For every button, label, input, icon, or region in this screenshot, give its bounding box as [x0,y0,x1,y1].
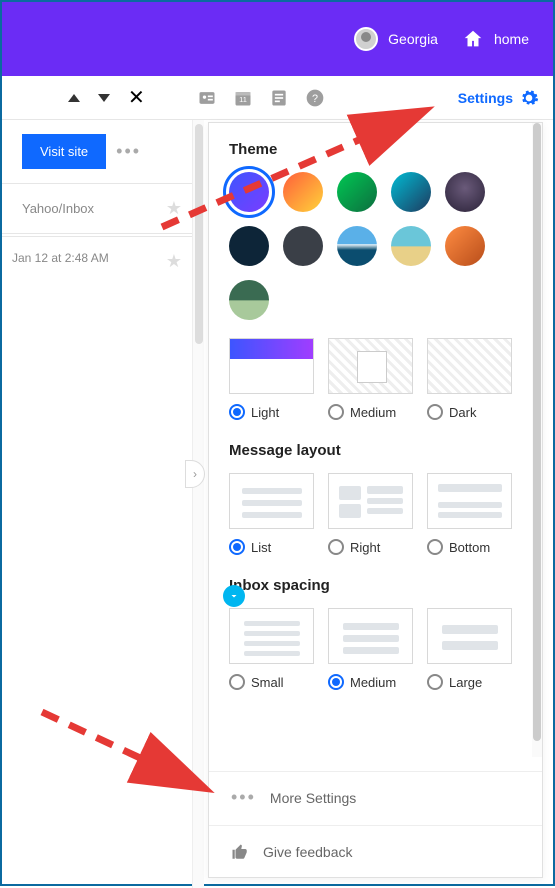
radio-icon [328,674,344,690]
spacing-card-medium[interactable] [328,608,413,664]
layout-card-right[interactable] [328,473,413,529]
layout-list[interactable]: List [229,539,314,555]
home-link[interactable]: home [462,28,529,50]
theme-mode-card-dark[interactable] [427,338,512,394]
radio-icon [328,539,344,555]
svg-text:11: 11 [239,95,247,104]
theme-swatch[interactable] [445,172,485,212]
theme-mode-light[interactable]: Light [229,404,314,420]
svg-text:?: ? [312,93,318,105]
thumbs-up-icon [231,843,249,861]
theme-heading: Theme [229,141,512,158]
expand-handle-icon[interactable]: › [185,460,205,488]
user-profile[interactable]: Georgia [354,27,438,51]
star-icon[interactable]: ★ [166,251,182,272]
layout-right[interactable]: Right [328,539,413,555]
next-triangle-icon[interactable] [98,94,110,102]
feedback-label: Give feedback [263,844,353,860]
settings-label: Settings [458,90,513,106]
spacing-heading: Inbox spacing [229,577,512,594]
theme-mode-card-light[interactable] [229,338,314,394]
radio-icon [427,674,443,690]
more-dots-icon[interactable]: ••• [116,141,141,162]
user-name: Georgia [388,31,438,47]
toolbar: ✕ 11 ? Settings [2,76,553,120]
theme-swatch[interactable] [229,280,269,320]
layout-heading: Message layout [229,442,512,459]
help-icon[interactable]: ? [305,88,325,108]
theme-swatch[interactable] [337,226,377,266]
contact-card-icon[interactable] [197,88,217,108]
theme-swatch[interactable] [283,226,323,266]
calendar-icon[interactable]: 11 [233,88,253,108]
spacing-card-small[interactable] [229,608,314,664]
spacing-card-large[interactable] [427,608,512,664]
theme-swatch[interactable] [229,172,269,212]
prev-triangle-icon[interactable] [68,94,80,102]
radio-icon [427,539,443,555]
notepad-icon[interactable] [269,88,289,108]
spacing-medium[interactable]: Medium [328,674,413,690]
spacing-large[interactable]: Large [427,674,512,690]
theme-swatches [229,172,512,320]
theme-swatch[interactable] [391,172,431,212]
message-row[interactable]: Jan 12 at 2:48 AM ★ [2,236,192,280]
radio-icon [229,404,245,420]
more-dots-icon: ••• [231,787,256,808]
settings-panel: Theme Light Medium Dark Message layout [208,122,543,878]
radio-icon [328,404,344,420]
radio-icon [229,674,245,690]
theme-mode-dark[interactable]: Dark [427,404,512,420]
theme-swatch[interactable] [445,226,485,266]
settings-link[interactable]: Settings [458,88,539,108]
close-icon[interactable]: ✕ [128,85,145,110]
avatar-icon [354,27,378,51]
theme-swatch[interactable] [283,172,323,212]
theme-swatch[interactable] [391,226,431,266]
more-settings-link[interactable]: ••• More Settings [209,771,542,823]
visit-site-button[interactable]: Visit site [22,134,106,169]
layout-bottom[interactable]: Bottom [427,539,512,555]
theme-mode-medium[interactable]: Medium [328,404,413,420]
home-icon [462,28,484,50]
gear-icon [519,88,539,108]
scroll-down-icon[interactable] [223,585,245,607]
left-column: Visit site ••• Yahoo/Inbox ★ Jan 12 at 2… [2,120,192,280]
layout-card-list[interactable] [229,473,314,529]
theme-swatch[interactable] [229,226,269,266]
more-settings-label: More Settings [270,790,356,806]
theme-swatch[interactable] [337,172,377,212]
panel-scrollbar[interactable] [532,123,542,757]
folder-row[interactable]: Yahoo/Inbox ★ [2,184,192,234]
top-bar: Georgia home [2,2,553,76]
layout-card-bottom[interactable] [427,473,512,529]
radio-icon [229,539,245,555]
list-scrollbar[interactable]: › [192,120,204,888]
feedback-link[interactable]: Give feedback [209,825,542,877]
star-icon[interactable]: ★ [166,198,182,219]
timestamp: Jan 12 at 2:48 AM [12,251,109,272]
folder-label: Yahoo/Inbox [22,201,94,216]
radio-icon [427,404,443,420]
spacing-small[interactable]: Small [229,674,314,690]
theme-mode-card-medium[interactable] [328,338,413,394]
home-label: home [494,31,529,47]
